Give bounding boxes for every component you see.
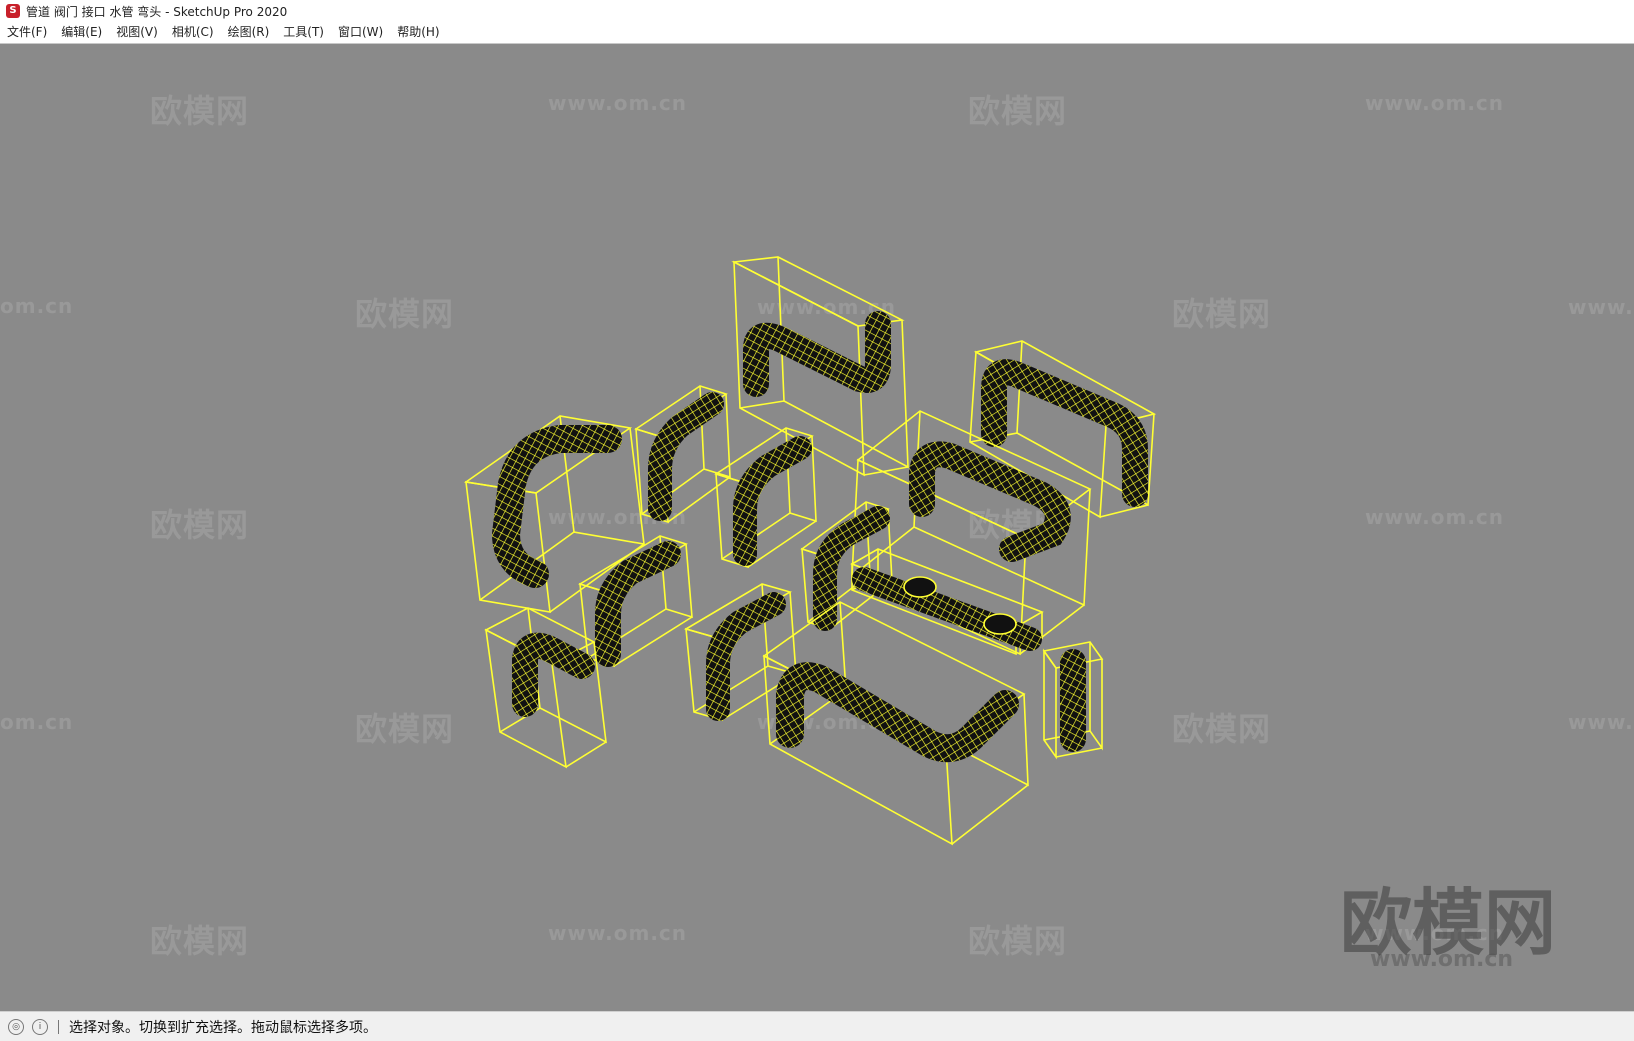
status-message: 选择对象。切换到扩充选择。拖动鼠标选择多项。 bbox=[69, 1019, 377, 1036]
valve-port bbox=[903, 576, 937, 598]
pipe-elbow bbox=[648, 392, 724, 521]
status-divider bbox=[58, 1019, 59, 1034]
bounding-box bbox=[484, 607, 607, 769]
window-title: 管道 阀门 接口 水管 弯头 - SketchUp Pro 2020 bbox=[26, 4, 288, 19]
menu-camera[interactable]: 相机(C) bbox=[165, 22, 221, 42]
menu-window[interactable]: 窗口(W) bbox=[331, 22, 390, 42]
valve-port bbox=[983, 613, 1017, 635]
menu-tools[interactable]: 工具(T) bbox=[276, 22, 331, 42]
info-icon[interactable]: i bbox=[32, 1018, 48, 1035]
menu-draw[interactable]: 绘图(R) bbox=[221, 22, 277, 42]
status-bar: ◎ i 选择对象。切换到扩充选择。拖动鼠标选择多项。 bbox=[0, 1011, 1634, 1041]
pipe-u-bend bbox=[909, 441, 1071, 562]
pipe-models-scene[interactable] bbox=[0, 44, 1634, 1011]
menu-view[interactable]: 视图(V) bbox=[109, 22, 165, 42]
pipe-elbow bbox=[595, 541, 681, 667]
pipe-elbow bbox=[491, 425, 622, 588]
sketchup-logo-icon: S bbox=[6, 4, 20, 18]
menu-edit[interactable]: 编辑(E) bbox=[54, 22, 109, 42]
geo-location-icon[interactable]: ◎ bbox=[8, 1018, 24, 1035]
drawing-viewport[interactable]: 欧模网 www.om.cn 欧模网 www.om.cn om.cn 欧模网 ww… bbox=[0, 43, 1634, 1011]
menu-help[interactable]: 帮助(H) bbox=[390, 22, 446, 42]
title-bar: S 管道 阀门 接口 水管 弯头 - SketchUp Pro 2020 bbox=[0, 0, 1634, 22]
menu-bar: 文件(F) 编辑(E) 视图(V) 相机(C) 绘图(R) 工具(T) 窗口(W… bbox=[0, 22, 1634, 42]
menu-file[interactable]: 文件(F) bbox=[0, 22, 54, 42]
pipe-u-bend bbox=[776, 662, 1019, 763]
